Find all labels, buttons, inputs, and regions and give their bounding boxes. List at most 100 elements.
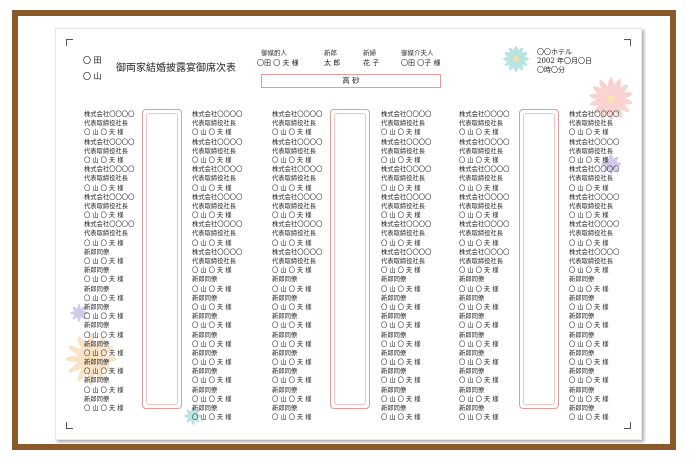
guest-entry: 〇 山 〇 夫 様	[272, 303, 312, 311]
guest-entry: 新郎同僚	[569, 368, 595, 376]
guest-entry: 〇 山 〇 夫 様	[272, 267, 312, 275]
guest-entry: 株式会社〇〇〇〇	[272, 248, 323, 256]
guest-entry: 〇 山 〇 夫 様	[84, 349, 124, 357]
guest-entry: 株式会社〇〇〇〇	[459, 166, 510, 174]
guest-entry: 株式会社〇〇〇〇	[84, 221, 135, 229]
guest-entry: 新郎同僚	[192, 331, 218, 339]
guest-entry: 〇 山 〇 夫 様	[569, 285, 609, 293]
guest-entry: 新郎同僚	[84, 248, 110, 256]
guest-entry: 〇 山 〇 夫 様	[569, 322, 609, 330]
flower-decoration-icon	[503, 46, 529, 72]
guest-entry: 代表取締役社長	[84, 175, 129, 183]
guest-table-box	[519, 109, 559, 409]
guest-entry: 株式会社〇〇〇〇	[192, 248, 243, 256]
guest-entry: 〇 山 〇 夫 様	[192, 414, 232, 422]
page-title: 御両家結婚披露宴御席次表	[116, 63, 236, 74]
guest-entry: 〇 山 〇 夫 様	[192, 340, 232, 348]
guest-entry: 〇 山 〇 夫 様	[192, 377, 232, 385]
guest-entry: 〇 山 〇 夫 様	[192, 395, 232, 403]
guest-entry: 株式会社〇〇〇〇	[272, 138, 323, 146]
guest-entry: 〇 山 〇 夫 様	[84, 368, 124, 376]
guest-entry: 〇 山 〇 夫 様	[84, 184, 124, 192]
guest-entry: 〇 山 〇 夫 様	[272, 184, 312, 192]
guest-entry: 株式会社〇〇〇〇	[84, 111, 135, 118]
guest-entry: 新郎同僚	[272, 276, 298, 284]
guest-entry: 代表取締役社長	[381, 120, 426, 128]
guest-entry: 〇 山 〇 夫 様	[192, 303, 232, 311]
guest-entry: 〇 山 〇 夫 様	[459, 340, 499, 348]
guest-column: 株式会社〇〇〇〇 代表取締役社長〇 山 〇 夫 様株式会社〇〇〇〇 代表取締役社長〇…	[272, 110, 322, 422]
guest-entry: 新郎同僚	[84, 359, 110, 367]
guest-entry: 新郎同僚	[84, 377, 110, 385]
header-value: 〇田 〇子 様	[401, 59, 441, 67]
guest-entry: 株式会社〇〇〇〇	[272, 193, 323, 201]
guest-entry: 〇 山 〇 夫 様	[459, 395, 499, 403]
guest-entry: 株式会社〇〇〇〇	[569, 193, 620, 201]
guest-entry: 代表取締役社長	[459, 175, 504, 183]
guest-entry: 新郎同僚	[569, 294, 595, 302]
crop-mark	[624, 422, 631, 429]
guest-entry: 株式会社〇〇〇〇	[569, 111, 620, 118]
guest-entry: 〇 山 〇 夫 様	[192, 322, 232, 330]
guest-entry: 代表取締役社長	[381, 147, 426, 155]
guest-entry: 〇 山 〇 夫 様	[459, 303, 499, 311]
guest-entry: 株式会社〇〇〇〇	[459, 248, 510, 256]
guest-entry: 新郎同僚	[569, 349, 595, 357]
guest-entry: 〇 山 〇 夫 様	[381, 359, 421, 367]
guest-entry: 〇 山 〇 夫 様	[192, 184, 232, 192]
guest-entry: 〇 山 〇 夫 様	[381, 303, 421, 311]
guest-entry: 新郎同僚	[272, 313, 298, 321]
guest-entry: 〇 山 〇 夫 様	[192, 239, 232, 247]
guest-entry: 株式会社〇〇〇〇	[272, 166, 323, 174]
guest-entry: 〇 山 〇 夫 様	[459, 129, 499, 137]
guest-entry: 新郎同僚	[459, 405, 485, 412]
guest-entry: 株式会社〇〇〇〇	[381, 248, 432, 256]
guest-entry: 株式会社〇〇〇〇	[192, 193, 243, 201]
guest-entry: 代表取締役社長	[272, 258, 317, 265]
guest-entry: 代表取締役社長	[381, 258, 426, 265]
guest-entry: 株式会社〇〇〇〇	[569, 138, 620, 146]
guest-entry: 新郎同僚	[272, 349, 298, 357]
guest-entry: 〇 山 〇 夫 様	[459, 377, 499, 385]
guest-entry: 〇 山 〇 夫 様	[272, 285, 312, 293]
guest-entry: 〇 山 〇 夫 様	[459, 239, 499, 247]
guest-entry: 〇 山 〇 夫 様	[84, 294, 124, 302]
guest-entry: 新郎同僚	[459, 276, 485, 284]
guest-entry: 新郎同僚	[272, 331, 298, 339]
guest-entry: 新郎同僚	[381, 386, 407, 394]
guest-column: 株式会社〇〇〇〇 代表取締役社長〇 山 〇 夫 様株式会社〇〇〇〇 代表取締役社長〇…	[459, 110, 509, 422]
family-name-bride: 〇 山	[83, 72, 102, 81]
guest-entry: 〇 山 〇 夫 様	[381, 212, 421, 220]
guest-entry: 代表取締役社長	[192, 258, 237, 265]
guest-entry: 新郎同僚	[192, 349, 218, 357]
guest-entry: 株式会社〇〇〇〇	[459, 193, 510, 201]
guest-entry: 代表取締役社長	[84, 120, 129, 128]
guest-entry: 〇 山 〇 夫 様	[84, 212, 124, 220]
guest-entry: 新郎同僚	[381, 349, 407, 357]
guest-entry: 〇 山 〇 夫 様	[272, 377, 312, 385]
header-value: 太 郎	[324, 59, 341, 67]
guest-entry: 新郎同僚	[272, 386, 298, 394]
guest-entry: 〇 山 〇 夫 様	[459, 212, 499, 220]
guest-table-box	[142, 109, 182, 409]
guest-entry: 株式会社〇〇〇〇	[569, 166, 620, 174]
guest-entry: 〇 山 〇 夫 様	[381, 322, 421, 330]
guest-entry: 新郎同僚	[569, 405, 595, 412]
guest-entry: 新郎同僚	[569, 386, 595, 394]
guest-entry: 新郎同僚	[272, 294, 298, 302]
guest-entry: 代表取締役社長	[569, 202, 614, 210]
guest-entry: 株式会社〇〇〇〇	[84, 193, 135, 201]
guest-entry: 代表取締役社長	[459, 258, 504, 265]
event-time: 〇時〇分	[537, 66, 565, 74]
guest-entry: 代表取締役社長	[84, 202, 129, 210]
guest-entry: 〇 山 〇 夫 様	[272, 212, 312, 220]
header-label: 新婦	[363, 49, 376, 57]
guest-entry: 代表取締役社長	[569, 147, 614, 155]
guest-entry: 〇 山 〇 夫 様	[272, 414, 312, 422]
guest-entry: 代表取締役社長	[84, 147, 129, 155]
guest-entry: 〇 山 〇 夫 様	[381, 267, 421, 275]
guest-entry: 〇 山 〇 夫 様	[459, 322, 499, 330]
guest-entry: 〇 山 〇 夫 様	[84, 386, 124, 394]
guest-entry: 代表取締役社長	[192, 120, 237, 128]
guest-entry: 〇 山 〇 夫 様	[381, 395, 421, 403]
